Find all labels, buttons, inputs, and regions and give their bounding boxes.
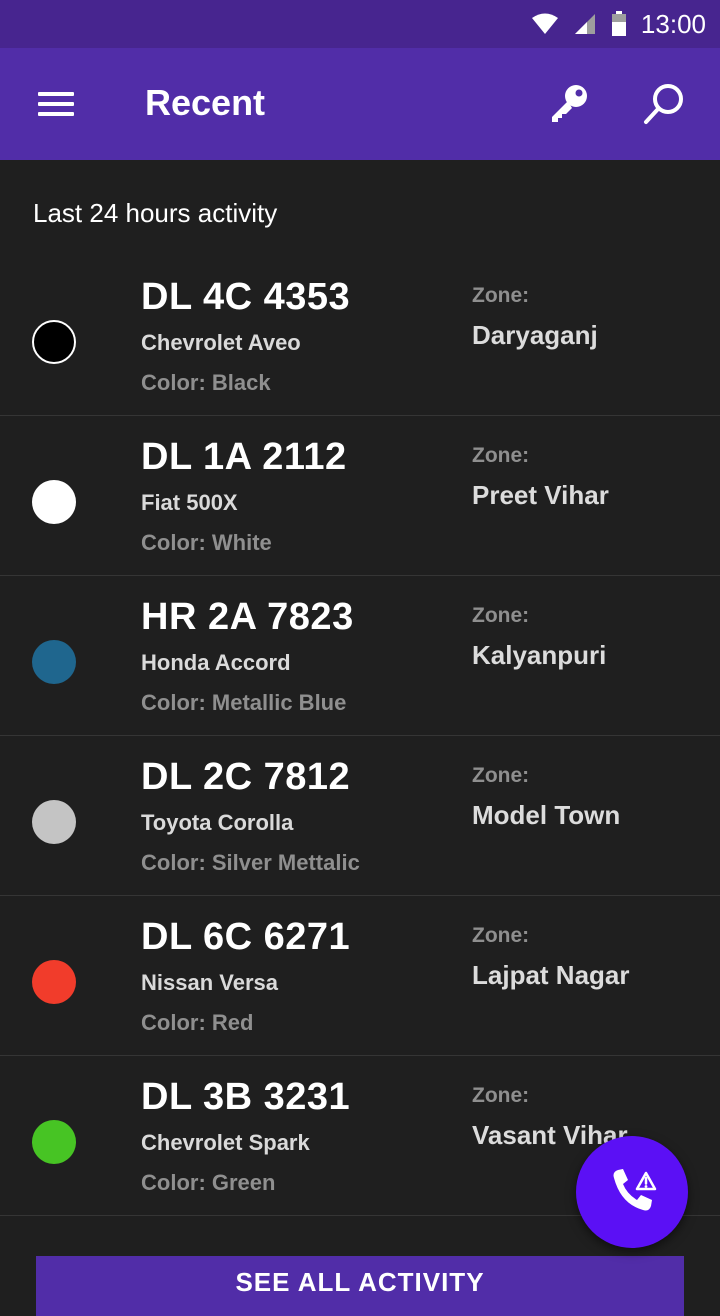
app-bar: Recent — [0, 48, 720, 160]
menu-button[interactable] — [30, 84, 82, 124]
color-swatch — [32, 320, 76, 364]
status-time: 13:00 — [640, 8, 706, 39]
section-title: Last 24 hours activity — [33, 198, 278, 228]
color-swatch — [32, 800, 76, 844]
search-icon — [644, 84, 683, 124]
plate-number: DL 2C 7812 — [141, 756, 351, 798]
emergency-call-button[interactable] — [576, 1136, 688, 1248]
search-button[interactable] — [640, 80, 688, 128]
car-model: Nissan Versa — [141, 970, 278, 995]
key-button[interactable] — [544, 80, 592, 128]
list-item[interactable]: DL 2C 7812 Toyota Corolla Color: Silver … — [0, 736, 720, 896]
car-color: Color: Black — [141, 370, 271, 395]
menu-icon-bar — [38, 102, 74, 106]
list-item[interactable]: HR 2A 7823 Honda Accord Color: Metallic … — [0, 576, 720, 736]
signal-icon — [574, 14, 595, 34]
car-model: Chevrolet Spark — [141, 1130, 310, 1155]
menu-icon — [38, 92, 74, 96]
car-color: Color: Green — [141, 1170, 276, 1195]
status-bar: 13:00 — [0, 0, 720, 48]
zone-label: Zone: — [472, 1084, 530, 1107]
zone-value: Lajpat Nagar — [472, 960, 630, 990]
see-all-activity-button[interactable]: SEE ALL ACTIVITY — [36, 1256, 684, 1316]
battery-icon — [611, 11, 626, 36]
car-model: Honda Accord — [141, 650, 291, 675]
car-model: Fiat 500X — [141, 490, 238, 515]
car-model: Toyota Corolla — [141, 810, 294, 835]
zone-value: Preet Vihar — [472, 480, 609, 510]
plate-number: HR 2A 7823 — [141, 596, 354, 638]
key-icon — [552, 85, 587, 122]
color-swatch — [32, 640, 76, 684]
zone-label: Zone: — [472, 604, 530, 627]
car-color: Color: Silver Mettalic — [141, 850, 360, 875]
wifi-icon — [531, 13, 558, 34]
emergency-call-icon — [613, 1169, 657, 1211]
zone-label: Zone: — [472, 924, 530, 947]
color-swatch — [32, 480, 76, 524]
zone-label: Zone: — [472, 284, 530, 307]
plate-number: DL 3B 3231 — [141, 1076, 351, 1118]
zone-label: Zone: — [472, 444, 530, 467]
activity-list: DL 4C 4353 Chevrolet Aveo Color: Black Z… — [0, 256, 720, 1216]
car-color: Color: Metallic Blue — [141, 690, 347, 715]
zone-label: Zone: — [472, 764, 530, 787]
page-title: Recent — [145, 82, 266, 123]
car-model: Chevrolet Aveo — [141, 330, 301, 355]
list-item[interactable]: DL 4C 4353 Chevrolet Aveo Color: Black Z… — [0, 256, 720, 416]
car-color: Color: White — [141, 530, 272, 555]
zone-value: Daryaganj — [472, 320, 598, 350]
list-item[interactable]: DL 6C 6271 Nissan Versa Color: Red Zone:… — [0, 896, 720, 1056]
plate-number: DL 4C 4353 — [141, 276, 351, 318]
plate-number: DL 6C 6271 — [141, 916, 351, 958]
car-color: Color: Red — [141, 1010, 254, 1035]
zone-value: Kalyanpuri — [472, 640, 607, 670]
list-item[interactable]: DL 1A 2112 Fiat 500X Color: White Zone: … — [0, 416, 720, 576]
status-icons: 13:00 — [531, 0, 706, 48]
plate-number: DL 1A 2112 — [141, 436, 347, 478]
menu-icon-bar — [38, 112, 74, 116]
color-swatch — [32, 960, 76, 1004]
zone-value: Model Town — [472, 800, 621, 830]
color-swatch — [32, 1120, 76, 1164]
